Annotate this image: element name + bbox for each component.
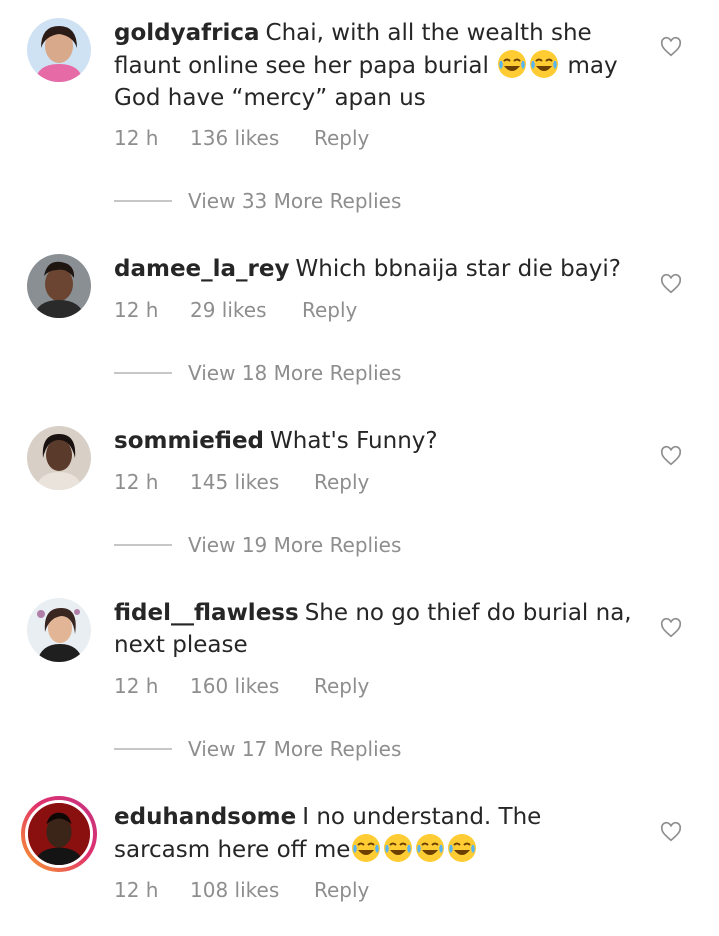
comment-username[interactable]: sommiefied	[114, 428, 264, 454]
divider	[114, 748, 172, 750]
avatar-with-story-ring[interactable]	[21, 796, 97, 872]
comment-text: Which bbnaija star die bayi?	[295, 256, 622, 282]
comment-likes[interactable]: 160 likes	[190, 674, 314, 698]
comment-meta: 12 h 160 likes Reply	[114, 674, 369, 698]
heart-outline-icon[interactable]	[660, 821, 682, 843]
comment-time: 12 h	[114, 674, 159, 698]
comment-time: 12 h	[114, 298, 159, 322]
comment-likes[interactable]: 136 likes	[190, 126, 314, 150]
view-replies-label: View 19 More Replies	[188, 533, 402, 557]
face-with-tears-of-joy-icon	[351, 833, 381, 863]
view-replies-button[interactable]: View 17 More Replies	[114, 734, 401, 764]
view-replies-label: View 33 More Replies	[188, 189, 402, 213]
avatar[interactable]	[27, 598, 91, 662]
view-replies-button[interactable]: View 19 More Replies	[114, 530, 401, 560]
heart-outline-icon[interactable]	[660, 445, 682, 467]
reply-button[interactable]: Reply	[302, 298, 357, 322]
face-with-tears-of-joy-icon	[383, 833, 413, 863]
comment-body: damee_la_rey Which bbnaija star die bayi?	[114, 253, 634, 285]
divider	[114, 544, 172, 546]
heart-outline-icon[interactable]	[660, 273, 682, 295]
comment-meta: 12 h 145 likes Reply	[114, 470, 369, 494]
comment-meta: 12 h 108 likes Reply	[114, 878, 369, 902]
comment-time: 12 h	[114, 878, 159, 902]
heart-outline-icon[interactable]	[660, 617, 682, 639]
comment-username[interactable]: eduhandsome	[114, 804, 296, 830]
comment-time: 12 h	[114, 470, 159, 494]
comment-likes[interactable]: 108 likes	[190, 878, 314, 902]
view-replies-button[interactable]: View 18 More Replies	[114, 358, 401, 388]
comment-body: goldyafrica Chai, with all the wealth she…	[114, 17, 634, 114]
face-with-tears-of-joy-icon	[497, 49, 527, 79]
view-replies-button[interactable]: View 33 More Replies	[114, 186, 401, 216]
avatar	[25, 800, 93, 868]
face-with-tears-of-joy-icon	[529, 49, 559, 79]
reply-button[interactable]: Reply	[314, 878, 369, 902]
divider	[114, 372, 172, 374]
heart-outline-icon[interactable]	[660, 36, 682, 58]
comment-body: eduhandsome I no understand. The sarcasm …	[114, 801, 634, 866]
view-replies-label: View 18 More Replies	[188, 361, 402, 385]
face-with-tears-of-joy-icon	[447, 833, 477, 863]
face-with-tears-of-joy-icon	[415, 833, 445, 863]
reply-button[interactable]: Reply	[314, 126, 369, 150]
avatar[interactable]	[27, 426, 91, 490]
comment-username[interactable]: damee_la_rey	[114, 256, 290, 282]
comment-body: sommiefied What's Funny?	[114, 425, 634, 457]
reply-button[interactable]: Reply	[314, 674, 369, 698]
comment-likes[interactable]: 29 likes	[190, 298, 302, 322]
comment-username[interactable]: goldyafrica	[114, 20, 260, 46]
comment-meta: 12 h 136 likes Reply	[114, 126, 369, 150]
view-replies-label: View 17 More Replies	[188, 737, 402, 761]
comment-time: 12 h	[114, 126, 159, 150]
comment-meta: 12 h 29 likes Reply	[114, 298, 357, 322]
comment-body: fidel__flawless She no go thief do burial…	[114, 597, 634, 661]
avatar[interactable]	[27, 18, 91, 82]
comment-username[interactable]: fidel__flawless	[114, 600, 299, 626]
divider	[114, 200, 172, 202]
reply-button[interactable]: Reply	[314, 470, 369, 494]
comment-likes[interactable]: 145 likes	[190, 470, 314, 494]
comment-text: What's Funny?	[270, 428, 438, 454]
avatar[interactable]	[27, 254, 91, 318]
